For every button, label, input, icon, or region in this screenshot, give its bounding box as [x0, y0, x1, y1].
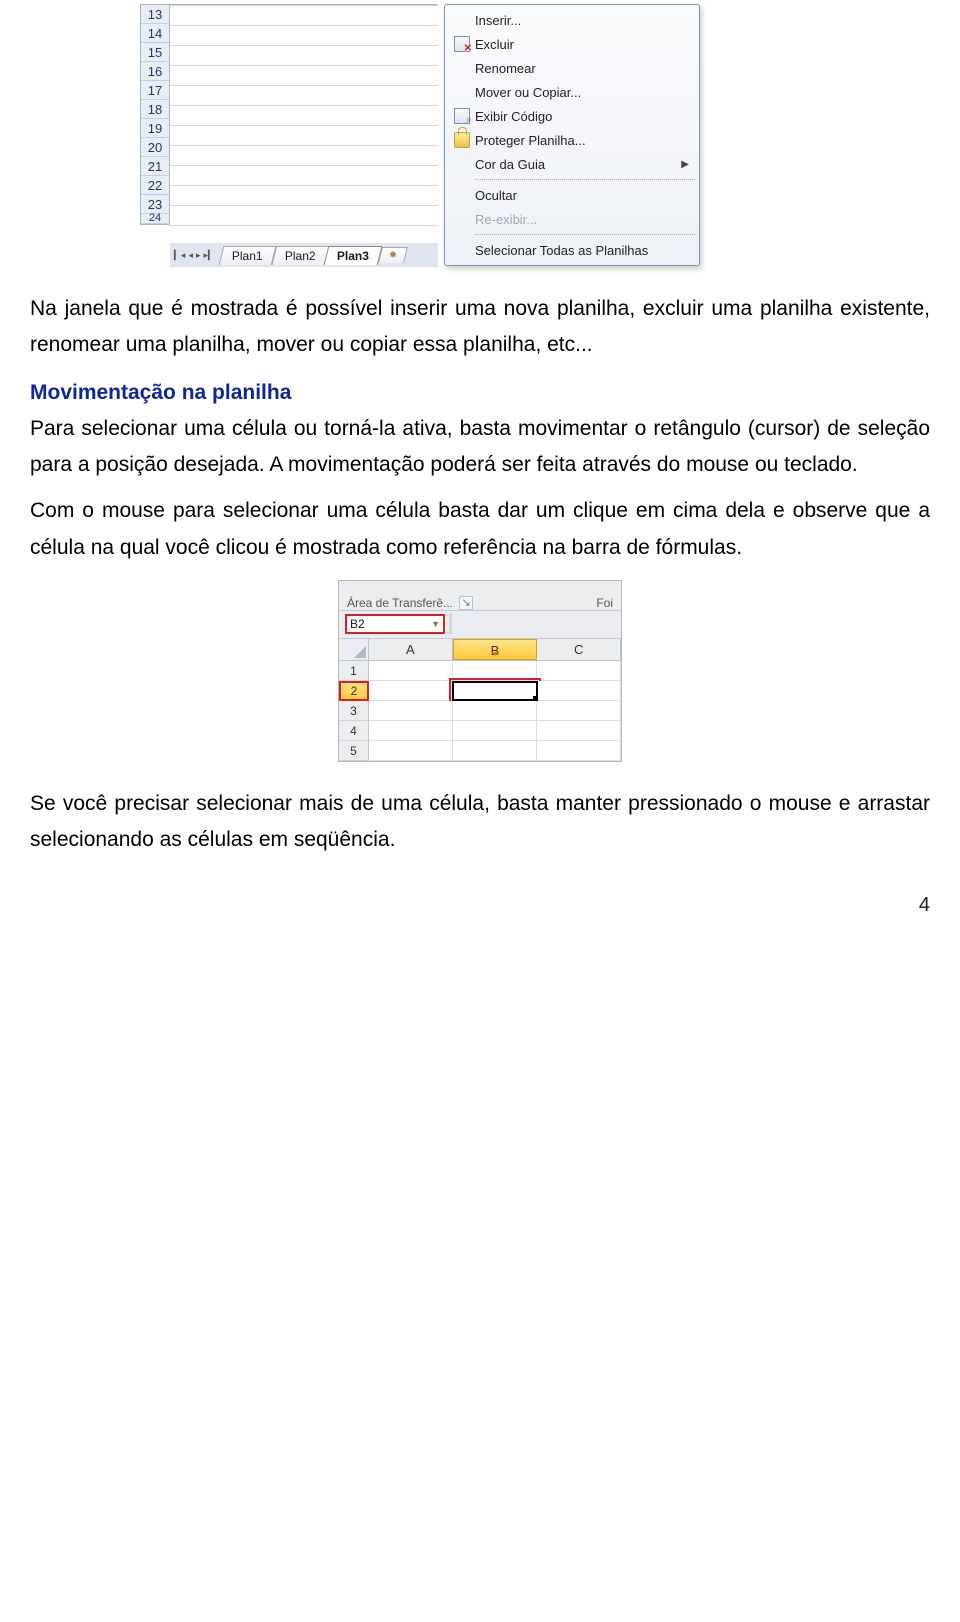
cell-A4[interactable] — [369, 721, 453, 741]
row-header-5[interactable]: 5 — [339, 741, 369, 761]
name-box[interactable]: B2 ▼ — [345, 614, 445, 634]
grid-row: 5 — [339, 741, 621, 761]
cell-grid — [170, 4, 438, 243]
menu-view-code[interactable]: Exibir Código — [445, 104, 699, 128]
cell-C1[interactable] — [537, 661, 621, 681]
name-box-dropdown-icon[interactable]: ▼ — [431, 619, 440, 629]
sheet-tab-plan3[interactable]: Plan3 — [324, 246, 383, 265]
row-header: 17 — [141, 81, 169, 100]
grid-row: 3 — [339, 701, 621, 721]
row-header-2[interactable]: 2 — [339, 681, 369, 701]
ribbon-right-label: Foi — [596, 596, 613, 610]
cell-A5[interactable] — [369, 741, 453, 761]
tab-nav-buttons[interactable]: ▎◂ ◂ ▸ ▸▎ — [170, 249, 219, 262]
menu-move-copy[interactable]: Mover ou Copiar... — [445, 80, 699, 104]
excel-sheet-tabs-screenshot: 13 14 15 16 17 18 19 20 21 22 23 24 ▎◂ ◂… — [140, 4, 930, 267]
ribbon-group-row: Área de Transferê... ↘ Foi — [339, 581, 621, 611]
row-header: 20 — [141, 138, 169, 157]
grid-row: 2 — [339, 681, 621, 701]
cell-C4[interactable] — [537, 721, 621, 741]
paragraph-click-cell: Com o mouse para selecionar uma célula b… — [30, 493, 930, 565]
menu-select-all-sheets[interactable]: Selecionar Todas as Planilhas — [445, 238, 699, 262]
formula-bar-row: B2 ▼ — [339, 611, 621, 639]
cell-A1[interactable] — [369, 661, 453, 681]
menu-unhide: Re-exibir... — [445, 207, 699, 231]
menu-delete[interactable]: Excluir — [445, 32, 699, 56]
paragraph-selection-basics: Para selecionar uma célula ou torná-la a… — [30, 411, 930, 483]
row-header-1[interactable]: 1 — [339, 661, 369, 681]
row-header: 19 — [141, 119, 169, 138]
next-tab-icon[interactable]: ▸ — [195, 249, 202, 262]
formula-bar-divider — [449, 614, 452, 634]
row-header: 13 — [141, 5, 169, 24]
column-header-row: A B C — [339, 639, 621, 661]
prev-tab-icon[interactable]: ◂ — [187, 249, 194, 262]
cell-C5[interactable] — [537, 741, 621, 761]
row-header: 21 — [141, 157, 169, 176]
row-header: 18 — [141, 100, 169, 119]
sheet-tab-plan1[interactable]: Plan1 — [219, 246, 276, 265]
menu-rename[interactable]: Renomear — [445, 56, 699, 80]
menu-protect-sheet[interactable]: Proteger Planilha... — [445, 128, 699, 152]
row-header: 16 — [141, 62, 169, 81]
row-header-column: 13 14 15 16 17 18 19 20 21 22 23 24 — [140, 4, 170, 225]
col-header-A[interactable]: A — [369, 639, 453, 660]
row-header: 24 — [141, 214, 169, 224]
cell-A2[interactable] — [369, 681, 452, 701]
dialog-launcher-icon[interactable]: ↘ — [459, 596, 473, 610]
new-sheet-tab[interactable]: ✸ — [378, 247, 408, 263]
col-header-B[interactable]: B — [453, 639, 538, 660]
last-tab-icon[interactable]: ▸▎ — [203, 249, 216, 262]
cells-and-tabs: ▎◂ ◂ ▸ ▸▎ Plan1 Plan2 Plan3 ✸ — [170, 4, 438, 267]
menu-tab-color[interactable]: Cor da Guia ▶ — [445, 152, 699, 176]
cell-B3[interactable] — [453, 701, 537, 721]
name-box-value: B2 — [350, 617, 365, 631]
cell-B2[interactable] — [452, 681, 538, 701]
paragraph-context-menu-explain: Na janela que é mostrada é possível inse… — [30, 291, 930, 363]
sheet-context-menu: Inserir... Excluir Renomear Mover ou Cop… — [444, 4, 700, 266]
col-header-C[interactable]: C — [537, 639, 621, 660]
cell-B1[interactable] — [453, 661, 537, 681]
grid-row: 1 — [339, 661, 621, 681]
first-tab-icon[interactable]: ▎◂ — [173, 249, 186, 262]
view-code-icon — [454, 108, 470, 124]
lock-icon — [454, 132, 470, 148]
select-all-corner[interactable] — [339, 639, 369, 660]
menu-separator — [475, 179, 695, 180]
menu-hide[interactable]: Ocultar — [445, 183, 699, 207]
row-header-4[interactable]: 4 — [339, 721, 369, 741]
row-header: 14 — [141, 24, 169, 43]
cell-B4[interactable] — [453, 721, 537, 741]
menu-insert[interactable]: Inserir... — [445, 8, 699, 32]
cell-C3[interactable] — [537, 701, 621, 721]
excel-namebox-screenshot: Área de Transferê... ↘ Foi B2 ▼ A B C 1 … — [338, 580, 622, 762]
new-sheet-icon: ✸ — [389, 250, 397, 261]
sheet-tab-bar: ▎◂ ◂ ▸ ▸▎ Plan1 Plan2 Plan3 ✸ — [170, 243, 438, 267]
sheet-tab-plan2[interactable]: Plan2 — [271, 246, 328, 265]
paragraph-drag-select: Se você precisar selecionar mais de uma … — [30, 786, 930, 858]
cell-A3[interactable] — [369, 701, 453, 721]
row-header: 22 — [141, 176, 169, 195]
delete-sheet-icon — [454, 36, 470, 52]
grid-row: 4 — [339, 721, 621, 741]
row-header: 15 — [141, 43, 169, 62]
row-header-3[interactable]: 3 — [339, 701, 369, 721]
cell-C2[interactable] — [538, 681, 621, 701]
cell-B5[interactable] — [453, 741, 537, 761]
page-number: 4 — [30, 894, 930, 917]
heading-movimentacao: Movimentação na planilha — [30, 381, 930, 405]
ribbon-group-label: Área de Transferê... — [347, 596, 453, 610]
menu-separator — [475, 234, 695, 235]
submenu-arrow-icon: ▶ — [681, 159, 689, 170]
